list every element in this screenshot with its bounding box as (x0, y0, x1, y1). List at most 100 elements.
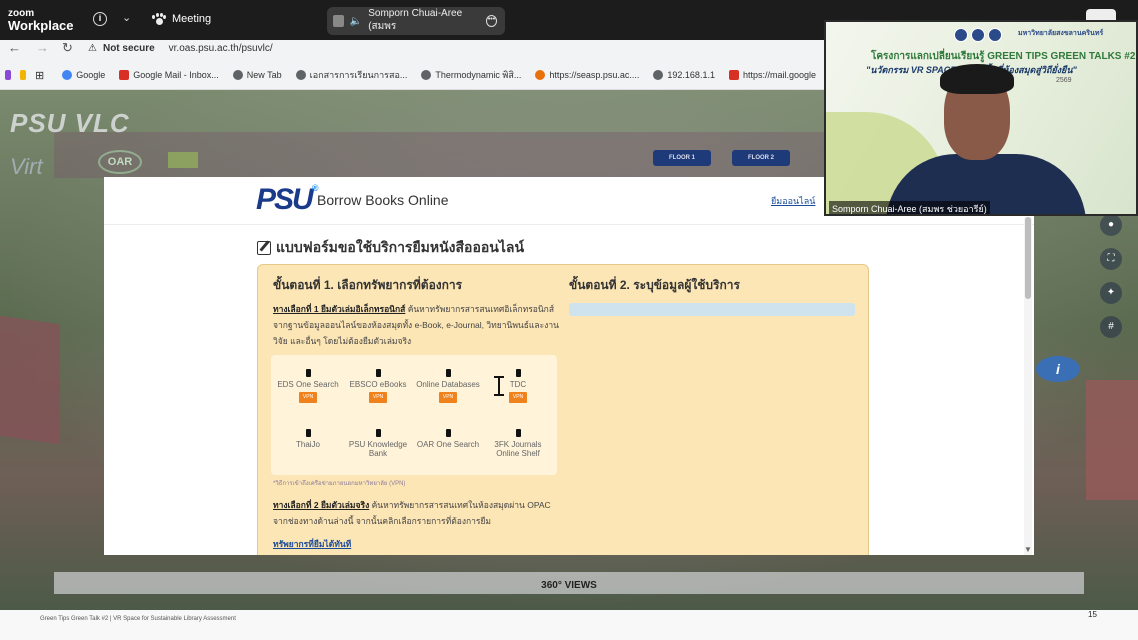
gmail-icon (119, 70, 130, 80)
building-roof (1086, 380, 1138, 500)
step2-heading: ขั้นตอนที่ 2. ระบุข้อมูลผู้ใช้บริการ (569, 278, 740, 292)
speaker-name: Somporn Chuai-Aree (สมพร (368, 8, 463, 32)
phone-icon (515, 429, 521, 437)
bookmark-item[interactable]: https://seasp.psu.ac.... (535, 70, 639, 80)
tree-logo (168, 152, 198, 168)
phone-icon (515, 369, 521, 377)
vpn-badge: VPN (438, 392, 458, 403)
bookmark-item[interactable]: Google (62, 70, 105, 80)
forward-arrow-icon[interactable]: → (36, 40, 49, 55)
globe-icon (653, 70, 664, 80)
speaker-hair (940, 64, 1014, 94)
address-bar[interactable]: ⚠ Not secure vr.oas.psu.ac.th/psuvlc/ (88, 40, 273, 56)
option2-text: ทางเลือกที่ 2 ยืมตัวเล่มจริง ค้นหาทรัพยา… (273, 500, 551, 526)
site-icon (535, 70, 546, 80)
globe-icon (232, 70, 243, 80)
partner-logos (954, 28, 1002, 42)
gmail-icon (728, 70, 739, 80)
active-speaker-pill[interactable]: 🔈 Somporn Chuai-Aree (สมพร ••• (327, 7, 505, 35)
zoom-workplace-logo: zoom Workplace (8, 8, 74, 32)
back-arrow-icon[interactable]: ← (8, 40, 21, 55)
share-screen-icon (333, 15, 344, 27)
form-title: แบบฟอร์มขอใช้บริการยืมหนังสือออนไลน์ (257, 237, 524, 259)
bookmarks-bar: ⊞ Google Google Mail - Inbox... New Tab … (0, 66, 830, 84)
info-icon[interactable]: i (93, 12, 107, 26)
phone-icon (445, 429, 451, 437)
modal-title: Borrow Books Online (317, 192, 449, 208)
bookmark-item[interactable]: เอกสารการเรียนการสอ... (295, 68, 407, 82)
url-text[interactable]: vr.oas.psu.ac.th/psuvlc/ (169, 43, 273, 54)
reload-icon[interactable]: ↻ (62, 40, 73, 56)
facebook-icon[interactable]: ● (1100, 214, 1122, 236)
bookmark-item[interactable]: Thermodynamic พิสิ... (421, 68, 521, 82)
chevron-down-icon[interactable]: ⌄ (122, 11, 131, 24)
speaker-video-tile[interactable]: มหาวิทยาลัยสงขลานครินทร์ โครงการแลกเปลี่… (824, 20, 1138, 216)
footer-text: Green Tips Green Talk #2 | VR Space for … (40, 616, 236, 622)
resource-ebsco[interactable]: EBSCO eBooks VPN (343, 369, 413, 403)
views-360-label: 360° VIEWS (541, 580, 597, 591)
apps-grid-icon[interactable]: ⊞ (35, 69, 44, 82)
twitter-icon[interactable]: ✦ (1100, 282, 1122, 304)
scrollbar-thumb[interactable] (1025, 217, 1031, 299)
step2-input[interactable] (569, 303, 855, 316)
info-hotspot-button[interactable]: i (1036, 356, 1080, 382)
project-title: โครงการแลกเปลี่ยนเรียนรู้ GREEN TIPS GRE… (871, 51, 1136, 62)
university-name: มหาวิทยาลัยสงขลานครินทร์ (1018, 30, 1104, 37)
resource-online-db[interactable]: Online Databases VPN (413, 369, 483, 403)
resource-psu-kb[interactable]: PSU Knowledge Bank (343, 429, 413, 458)
phone-icon (305, 369, 311, 377)
workplace-brand: Workplace (8, 18, 74, 33)
resource-grid: EDS One Search VPN EBSCO eBooks VPN Online… (271, 355, 557, 475)
resource-oar[interactable]: OAR One Search (413, 429, 483, 449)
option2-link[interactable]: ทางเลือกที่ 2 ยืมตัวเล่มจริง (273, 500, 369, 510)
bookmark-item[interactable]: https://mail.google (728, 70, 816, 80)
vpn-badge: VPN (368, 392, 388, 403)
event-year: 2569 (1056, 77, 1072, 84)
floor-1-button[interactable]: FLOOR 1 (653, 150, 711, 166)
edit-icon (257, 241, 271, 255)
extension-icon[interactable] (5, 70, 11, 80)
more-options-icon[interactable]: ••• (486, 15, 497, 27)
text-cursor-icon (494, 376, 504, 396)
resource-eds[interactable]: EDS One Search VPN (273, 369, 343, 403)
globe-icon (421, 70, 432, 80)
form-panel: ขั้นตอนที่ 1. เลือกทรัพยากรที่ต้องการ ขั… (257, 264, 869, 555)
borrow-online-link[interactable]: ยืมออนไลน์ (771, 194, 815, 208)
meeting-label: Meeting (172, 13, 212, 25)
paw-icon (152, 13, 166, 25)
share-icon[interactable]: # (1100, 316, 1122, 338)
phone-icon (445, 369, 451, 377)
borrow-books-modal: PSU® Borrow Books Online ยืมออนไลน์ แบบฟ… (104, 177, 1034, 555)
bookmark-item[interactable]: Google Mail - Inbox... (119, 70, 219, 80)
security-label: Not secure (102, 42, 155, 54)
floor-2-button[interactable]: FLOOR 2 (732, 150, 790, 166)
vr-title: PSU VLC (10, 108, 130, 138)
vpn-note-link[interactable]: *วิธีการเข้าถึงเครือข่ายภายนอกมหาวิทยาลั… (273, 478, 405, 488)
meeting-menu[interactable]: Meeting (152, 13, 211, 25)
building-roof (0, 315, 60, 445)
phone-icon (305, 429, 311, 437)
slide-footer: Green Tips Green Talk #2 | VR Space for … (0, 610, 1138, 640)
step1-heading: ขั้นตอนที่ 1. เลือกทรัพยากรที่ต้องการ (273, 278, 463, 292)
resource-thaijo[interactable]: ThaiJo (273, 429, 343, 449)
scroll-down-arrow-icon[interactable]: ▼ (1024, 545, 1032, 554)
bookmark-item[interactable]: New Tab (232, 70, 282, 80)
option1-link[interactable]: ทางเลือกที่ 1 ยืมตัวเล่มอิเล็กทรอนิกส์ (273, 304, 405, 314)
speaker-volume-icon: 🔈 (349, 15, 363, 27)
phone-icon (375, 429, 381, 437)
warning-icon: ⚠ (88, 42, 97, 54)
phone-icon (375, 369, 381, 377)
bookmark-item[interactable]: 192.168.1.1 (653, 70, 715, 80)
oar-logo: OAR (98, 150, 142, 174)
video-name-tag: Somporn Chuai-Aree (สมพร ช่วยอารีย์) (829, 201, 990, 214)
vpn-badge: VPN (298, 392, 318, 403)
bookmark-folder-icon[interactable] (20, 70, 26, 80)
vr-subtitle: Virt (10, 154, 43, 179)
google-icon (62, 70, 73, 80)
resource-3fk[interactable]: 3FK Journals Online Shelf (483, 429, 553, 458)
option1-text: ทางเลือกที่ 1 ยืมตัวเล่มอิเล็กทรอนิกส์ ค… (273, 304, 559, 346)
page-number: 15 (1088, 610, 1097, 619)
fullscreen-icon[interactable]: ⛶ (1100, 248, 1122, 270)
psu-logo: PSU® (256, 183, 318, 216)
available-now-heading[interactable]: ทรัพยากรที่ยืมได้ทันที (273, 537, 351, 551)
